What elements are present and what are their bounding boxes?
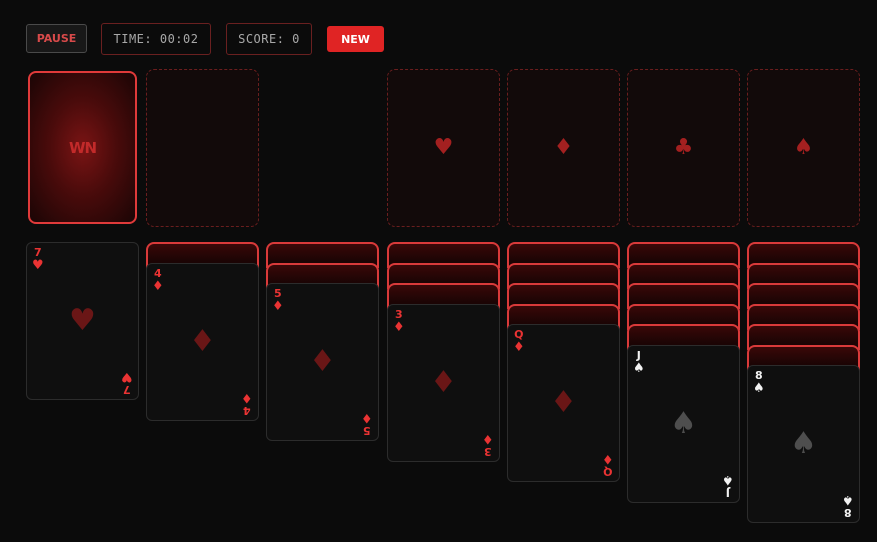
diamond-icon: ♦ [272, 299, 284, 314]
diamond-icon: ♦ [602, 451, 614, 466]
card-corner-top: 3 ♦ [393, 309, 405, 334]
spade-icon: ♠ [722, 472, 734, 487]
spade-icon: ♠ [842, 492, 854, 507]
diamond-icon: ♦ [553, 135, 574, 160]
diamond-icon: ♦ [309, 344, 336, 379]
card-rank: 8 [844, 506, 852, 519]
solitaire-board: PAUSE TIME: 00:02 SCORE: 0 NEW WN ♥ ♦ ♣ … [0, 0, 877, 542]
card-rank: 3 [484, 445, 492, 458]
card-rank: 7 [34, 246, 42, 259]
card-corner-bottom: 4 ♦ [241, 390, 253, 417]
card-corner-top: 7 ♥ [32, 247, 44, 272]
club-icon: ♣ [673, 135, 694, 160]
time-display: TIME: 00:02 [101, 23, 211, 55]
heart-icon: ♥ [69, 303, 96, 338]
card-corner-bottom: J ♠ [722, 472, 734, 499]
card-rank: J [636, 349, 641, 362]
spade-icon: ♠ [793, 135, 814, 160]
card-rank: 5 [274, 287, 282, 300]
card-corner-top: Q ♦ [513, 329, 525, 354]
card-back-logo: WN [68, 138, 97, 157]
diamond-icon: ♦ [513, 340, 525, 355]
spade-icon: ♠ [670, 406, 697, 441]
foundation-diamonds[interactable]: ♦ [507, 69, 620, 227]
heart-icon: ♥ [32, 258, 44, 273]
card-corner-top: 5 ♦ [272, 288, 284, 313]
card-3-of-diamonds[interactable]: 3 ♦ ♦ 3 ♦ [387, 304, 500, 462]
spade-icon: ♠ [790, 426, 817, 461]
card-j-of-spades[interactable]: J ♠ ♠ J ♠ [627, 345, 740, 503]
new-game-button[interactable]: NEW [327, 26, 384, 52]
card-4-of-diamonds[interactable]: 4 ♦ ♦ 4 ♦ [146, 263, 259, 421]
card-rank: Q [514, 328, 524, 341]
waste-pile[interactable] [146, 69, 259, 227]
diamond-icon: ♦ [550, 385, 577, 420]
foundation-clubs[interactable]: ♣ [627, 69, 740, 227]
card-rank: 7 [123, 383, 131, 396]
card-corner-top: J ♠ [633, 350, 645, 375]
pause-button[interactable]: PAUSE [26, 24, 87, 53]
card-rank: 4 [154, 267, 162, 280]
diamond-icon: ♦ [430, 365, 457, 400]
foundation-hearts[interactable]: ♥ [387, 69, 500, 227]
card-rank: 5 [363, 424, 371, 437]
card-5-of-diamonds[interactable]: 5 ♦ ♦ 5 ♦ [266, 283, 379, 441]
card-corner-bottom: 8 ♠ [842, 492, 854, 519]
card-rank: 4 [243, 404, 251, 417]
spade-icon: ♠ [753, 381, 765, 396]
stock-pile[interactable]: WN [28, 71, 137, 224]
card-8-of-spades[interactable]: 8 ♠ ♠ 8 ♠ [747, 365, 860, 523]
heart-icon: ♥ [433, 135, 454, 160]
card-corner-top: 4 ♦ [152, 268, 164, 293]
card-rank: 3 [395, 308, 403, 321]
card-rank: J [726, 486, 731, 499]
card-rank: Q [603, 465, 613, 478]
diamond-icon: ♦ [361, 410, 373, 425]
card-7-of-hearts[interactable]: 7 ♥ ♥ 7 ♥ [26, 242, 139, 400]
card-corner-bottom: 5 ♦ [361, 410, 373, 437]
diamond-icon: ♦ [393, 320, 405, 335]
diamond-icon: ♦ [482, 431, 494, 446]
card-corner-top: 8 ♠ [753, 370, 765, 395]
card-corner-bottom: 3 ♦ [482, 431, 494, 458]
card-corner-bottom: Q ♦ [602, 451, 614, 478]
diamond-icon: ♦ [152, 279, 164, 294]
diamond-icon: ♦ [189, 324, 216, 359]
card-corner-bottom: 7 ♥ [121, 369, 133, 396]
heart-icon: ♥ [121, 369, 133, 384]
spade-icon: ♠ [633, 361, 645, 376]
card-rank: 8 [755, 369, 763, 382]
foundation-spades[interactable]: ♠ [747, 69, 860, 227]
card-q-of-diamonds[interactable]: Q ♦ ♦ Q ♦ [507, 324, 620, 482]
score-display: SCORE: 0 [226, 23, 312, 55]
diamond-icon: ♦ [241, 390, 253, 405]
